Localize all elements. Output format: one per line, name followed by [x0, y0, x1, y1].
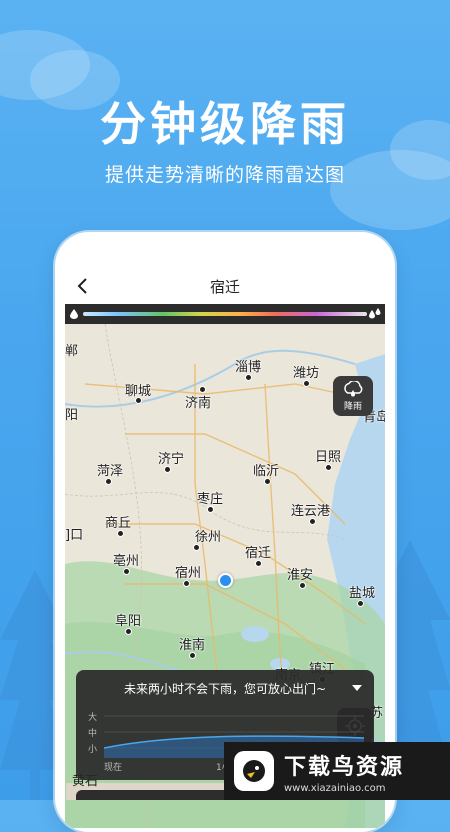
forecast-message: 未来两小时不会下雨，您可放心出门~ [123, 682, 327, 696]
city-label: 日照 [315, 450, 342, 465]
edge-label: 郸 [65, 344, 79, 359]
small-drop-icon [70, 309, 78, 319]
city-label: 潍坊 [293, 366, 320, 381]
promo-subline: 提供走势清晰的降雨雷达图 [104, 164, 345, 186]
city-dot [199, 386, 206, 393]
heavy-drops-icon [369, 308, 381, 319]
city-label: 亳州 [113, 554, 140, 569]
current-location-marker [218, 573, 233, 588]
level-label: 大 [88, 713, 98, 723]
watermark-title: 下载鸟资源 [284, 754, 405, 780]
city-dot [255, 560, 262, 567]
city-dot [135, 397, 142, 404]
city-dot [325, 464, 332, 471]
city-dot [245, 374, 252, 381]
city-dot [303, 380, 310, 387]
city-label: 淮南 [179, 638, 206, 653]
city-dot [105, 478, 112, 485]
legend-gradient [83, 312, 367, 316]
bird-logo-icon [234, 751, 274, 791]
city-dot [264, 478, 271, 485]
level-label: 中 [88, 729, 98, 739]
promo-headline: 分钟级降雨 [100, 97, 350, 151]
city-dot [193, 544, 200, 551]
city-dot [125, 628, 132, 635]
city-label: 临沂 [253, 464, 280, 479]
chevron-left-icon [77, 278, 87, 294]
city-label: 淮安 [287, 568, 314, 583]
cloud-rain-icon [344, 380, 363, 396]
city-label: 宿迁 [245, 546, 272, 561]
city-dot [357, 600, 364, 607]
city-label: 连云港 [291, 504, 331, 519]
city-dot [189, 652, 196, 659]
edge-label: 阳 [65, 408, 79, 423]
rain-layer-button[interactable]: 降雨 [333, 376, 373, 416]
city-dot [123, 568, 130, 575]
city-dot [183, 580, 190, 587]
city-label: 盐城 [349, 586, 376, 601]
city-dot [164, 466, 171, 473]
chevron-down-icon[interactable] [352, 684, 362, 692]
watermark-url: www.xiazainiao.com [284, 782, 386, 794]
nav-bar: 宿迁 [65, 268, 385, 304]
time-label: 现在 [104, 763, 123, 773]
city-dot [117, 530, 124, 537]
city-dot [207, 506, 214, 513]
city-label: 商丘 [105, 516, 132, 531]
city-label: 阜阳 [115, 614, 142, 629]
city-label: 济宁 [158, 452, 185, 467]
city-label: 济南 [185, 396, 212, 411]
rain-intensity-legend [65, 304, 385, 324]
back-button[interactable] [71, 274, 95, 298]
edge-label: ]口 [65, 528, 84, 543]
city-label: 淄博 [235, 360, 262, 375]
city-label: 徐州 [195, 530, 222, 545]
page-title: 宿迁 [209, 277, 240, 296]
rain-layer-label: 降雨 [343, 401, 362, 412]
city-label: 菏泽 [97, 464, 124, 479]
city-label: 枣庄 [197, 492, 224, 507]
city-label: 宿州 [175, 566, 202, 581]
watermark-banner: 下载鸟资源 www.xiazainiao.com [224, 742, 450, 800]
city-dot [309, 518, 316, 525]
city-dot [299, 582, 306, 589]
level-label: 小 [88, 745, 98, 755]
